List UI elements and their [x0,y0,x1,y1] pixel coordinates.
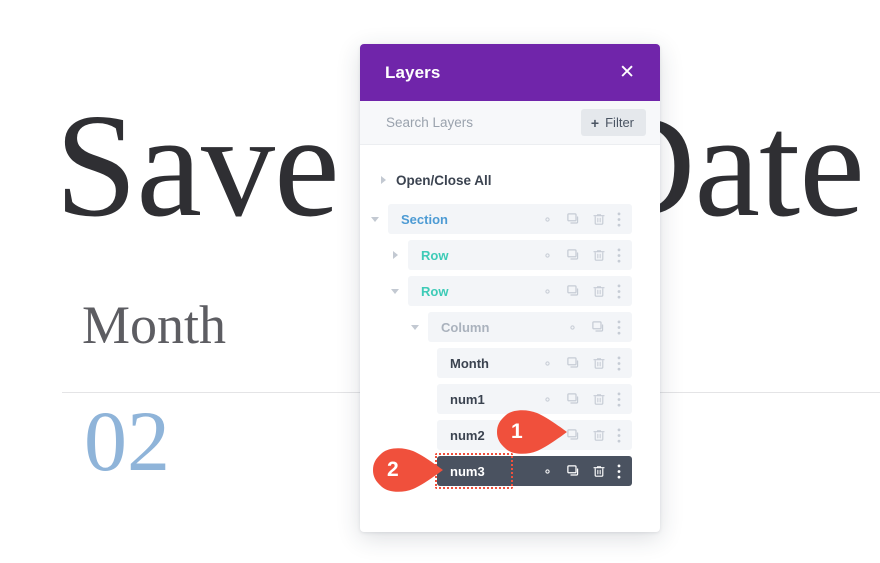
gear-icon[interactable] [565,320,580,335]
duplicate-icon[interactable] [566,464,581,479]
triangle-glyph [391,288,399,294]
callout-marker-2-number: 2 [387,458,399,481]
layer-row-label: Row [421,247,449,263]
layer-row-body[interactable]: Month [437,348,632,378]
gear-icon[interactable] [540,248,555,263]
open-close-all-toggle[interactable]: Open/Close All [360,167,660,193]
filter-button[interactable]: + Filter [580,109,646,136]
chevron-down-icon[interactable] [408,312,422,342]
layer-row-body[interactable]: Column [428,312,632,342]
layer-row-label: num1 [450,391,485,407]
layer-row-row[interactable]: Row [360,276,660,306]
layer-row-actions [565,319,621,335]
more-icon[interactable] [617,463,621,479]
panel-title: Layers [385,62,441,82]
duplicate-icon[interactable] [566,356,581,371]
chevron-down-icon[interactable] [368,204,382,234]
trash-icon[interactable] [592,212,606,227]
more-icon[interactable] [617,319,621,335]
trash-icon[interactable] [592,356,606,371]
callout-marker-1: 1 [497,409,569,455]
layer-row-actions [540,463,621,479]
layer-row-label: Month [450,355,489,371]
chevron-right-icon[interactable] [388,240,402,270]
layer-row-month[interactable]: Month [360,348,660,378]
search-bar: + Filter [360,101,660,145]
duplicate-icon[interactable] [566,248,581,263]
gear-icon[interactable] [540,284,555,299]
layer-row-label: Column [441,319,490,335]
duplicate-icon[interactable] [566,284,581,299]
trash-icon[interactable] [592,464,606,479]
more-icon[interactable] [617,391,621,407]
more-icon[interactable] [617,283,621,299]
gear-icon[interactable] [540,464,555,479]
layer-row-body[interactable]: Row [408,276,632,306]
month-text: Month [82,295,227,355]
layer-row-body[interactable]: Section [388,204,632,234]
gear-icon[interactable] [540,356,555,371]
duplicate-icon[interactable] [566,212,581,227]
open-close-all-label: Open/Close All [396,172,492,188]
gear-icon[interactable] [540,212,555,227]
layer-row-label: Row [421,283,449,299]
trash-icon[interactable] [592,248,606,263]
callout-marker-1-number: 1 [511,420,523,443]
layer-row-label: Section [401,211,448,227]
trash-icon[interactable] [592,428,606,443]
layer-row-body[interactable]: Row [408,240,632,270]
layer-row-label: num3 [450,463,485,479]
layer-row-actions [540,355,621,371]
callout-marker-2: 2 [373,447,445,493]
layer-row-actions [540,391,621,407]
more-icon[interactable] [617,211,621,227]
layer-row-actions [540,283,621,299]
layer-row-section[interactable]: Section [360,204,660,234]
layer-row-row[interactable]: Row [360,240,660,270]
gear-icon[interactable] [540,392,555,407]
duplicate-icon[interactable] [591,320,606,335]
triangle-glyph [411,324,419,330]
more-icon[interactable] [617,247,621,263]
chevron-right-icon [381,176,386,184]
day-number-text: 02 [84,393,170,489]
triangle-glyph [392,251,398,259]
layer-row-actions [540,247,621,263]
layer-row-label: num2 [450,427,485,443]
filter-button-label: Filter [605,115,634,130]
more-icon[interactable] [617,427,621,443]
panel-header: Layers ✕ [360,44,660,101]
chevron-down-icon[interactable] [388,276,402,306]
duplicate-icon[interactable] [566,392,581,407]
close-icon[interactable]: ✕ [616,61,638,84]
more-icon[interactable] [617,355,621,371]
triangle-glyph [371,216,379,222]
layer-row-actions [540,211,621,227]
search-input[interactable] [386,115,566,130]
layer-row-body[interactable]: num3 [437,456,632,486]
layer-row-column[interactable]: Column [360,312,660,342]
plus-icon: + [590,114,600,131]
trash-icon[interactable] [592,284,606,299]
trash-icon[interactable] [592,392,606,407]
